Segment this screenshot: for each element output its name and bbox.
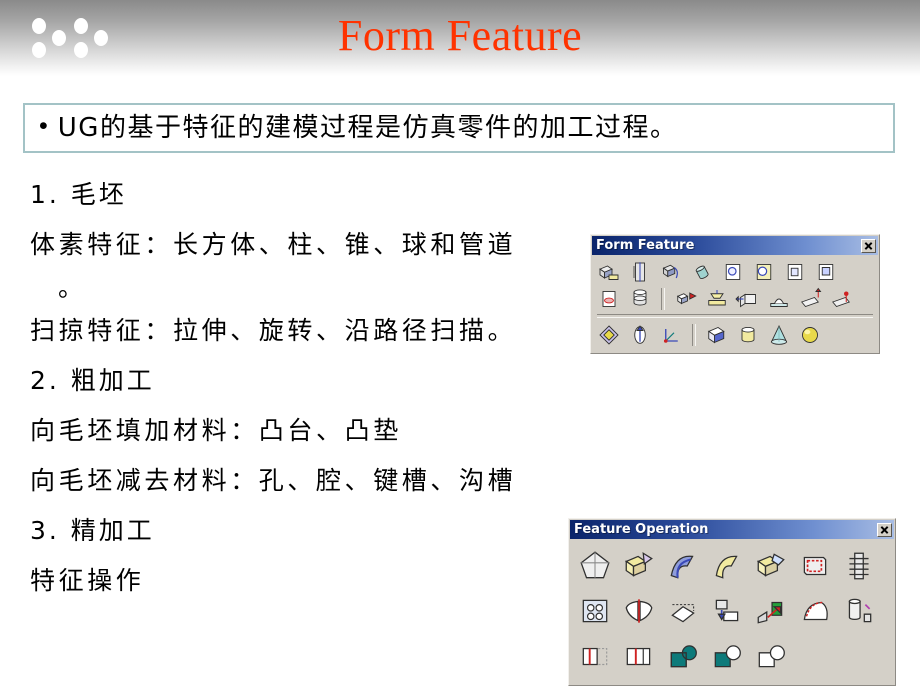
- toolbar-separator: [692, 323, 696, 346]
- extract-region-icon[interactable]: [754, 594, 788, 628]
- chamfer-icon[interactable]: [754, 549, 788, 583]
- toolbar-row: [596, 285, 874, 312]
- toolbar-row: [578, 543, 888, 588]
- edge-blend-icon[interactable]: [622, 549, 656, 583]
- sphere-primitive-icon[interactable]: [797, 323, 823, 347]
- toolbar-horizontal-separator: [597, 314, 873, 318]
- instance-array-icon[interactable]: [578, 594, 612, 628]
- body-line: 体素特征：长方体、柱、锥、球和管道: [30, 230, 517, 259]
- simplify-body-icon[interactable]: [578, 639, 612, 673]
- cone-primitive-icon[interactable]: [766, 323, 792, 347]
- extrude-body-icon[interactable]: [596, 260, 622, 284]
- face-blend-icon[interactable]: [666, 549, 700, 583]
- toolbar-titlebar[interactable]: Feature Operation: [570, 520, 894, 539]
- sew-body-icon[interactable]: [798, 594, 832, 628]
- sweep-along-guide-icon[interactable]: [658, 260, 684, 284]
- datum-csys-icon[interactable]: [658, 323, 684, 347]
- divide-face-icon[interactable]: [622, 639, 656, 673]
- hollow-shell-icon[interactable]: [798, 549, 832, 583]
- offset-emboss-icon[interactable]: [797, 287, 823, 311]
- subtract-boolean-icon[interactable]: [710, 639, 744, 673]
- body-text-block: 1. 毛坯体素特征：长方体、柱、锥、球和管道。扫掠特征：拉伸、旋转、沿路径扫描。…: [30, 170, 590, 606]
- body-line: 3. 精加工: [30, 516, 155, 545]
- toolbar-titlebar[interactable]: Form Feature: [592, 236, 878, 255]
- toolbar-title: Feature Operation: [574, 521, 709, 537]
- body-line: 向毛坯减去材料：孔、腔、键槽、沟槽: [30, 466, 517, 495]
- taper-icon[interactable]: [578, 549, 612, 583]
- hole-icon[interactable]: [720, 260, 746, 284]
- sew-emboss-icon[interactable]: [828, 287, 854, 311]
- toolbar-row: [596, 258, 874, 285]
- mirror-body-icon[interactable]: [622, 594, 656, 628]
- cylinder-primitive-icon[interactable]: [735, 323, 761, 347]
- instance-feature-icon[interactable]: [735, 287, 761, 311]
- block-primitive-icon[interactable]: [704, 323, 730, 347]
- toolbar-row: [578, 633, 888, 678]
- groove-icon[interactable]: [627, 287, 653, 311]
- thread-icon[interactable]: [842, 549, 876, 583]
- close-icon[interactable]: [861, 238, 876, 253]
- toolbar-row: [596, 321, 874, 348]
- body-line: 1. 毛坯: [30, 180, 127, 209]
- datum-plane-icon[interactable]: [596, 323, 622, 347]
- toolbar-title: Form Feature: [596, 237, 695, 253]
- emboss-icon[interactable]: [766, 287, 792, 311]
- callout-text: UG的基于特征的建模过程是仿真零件的加工过程。: [57, 113, 678, 143]
- intersect-boolean-icon[interactable]: [754, 639, 788, 673]
- body-line: 。: [58, 273, 87, 302]
- revolve-icon[interactable]: [627, 260, 653, 284]
- trim-body-icon[interactable]: [666, 594, 700, 628]
- dart-icon[interactable]: [673, 287, 699, 311]
- toolbar-body: [592, 255, 878, 352]
- callout-box: • UG的基于特征的建模过程是仿真零件的加工过程。: [23, 103, 895, 153]
- soft-blend-icon[interactable]: [710, 549, 744, 583]
- toolbar-separator: [661, 287, 665, 310]
- body-line: 向毛坯填加材料：凸台、凸垫: [30, 416, 402, 445]
- body-line: 特征操作: [30, 566, 145, 595]
- feature-operation-toolbar[interactable]: Feature Operation: [568, 518, 896, 686]
- close-icon[interactable]: [877, 522, 892, 537]
- bullet-marker: •: [39, 111, 48, 140]
- toolbar-row: [578, 588, 888, 633]
- slot-icon[interactable]: [596, 287, 622, 311]
- split-body-icon[interactable]: [710, 594, 744, 628]
- datum-axis-icon[interactable]: [627, 323, 653, 347]
- unite-boolean-icon[interactable]: [666, 639, 700, 673]
- slide-header-band: Form Feature: [0, 0, 920, 76]
- user-defined-feature-icon[interactable]: [704, 287, 730, 311]
- boss-icon[interactable]: [751, 260, 777, 284]
- patch-body-icon[interactable]: [842, 594, 876, 628]
- toolbar-body: [570, 539, 894, 684]
- page-title: Form Feature: [337, 11, 583, 60]
- tube-icon[interactable]: [689, 260, 715, 284]
- body-line: 2. 粗加工: [30, 366, 155, 395]
- pocket-icon[interactable]: [782, 260, 808, 284]
- form-feature-toolbar[interactable]: Form Feature: [590, 234, 880, 354]
- body-line: 扫掠特征：拉伸、旋转、沿路径扫描。: [30, 316, 517, 345]
- pad-icon[interactable]: [813, 260, 839, 284]
